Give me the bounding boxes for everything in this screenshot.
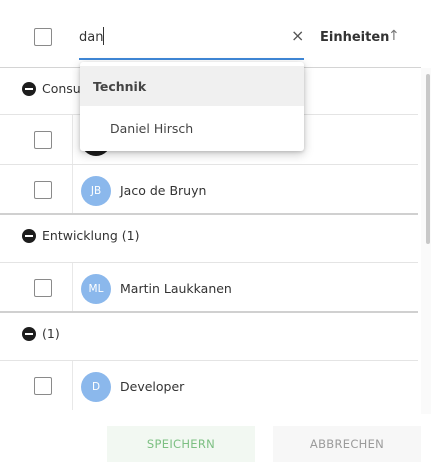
- collapse-group-icon[interactable]: [22, 229, 36, 243]
- text-cursor: [103, 27, 104, 45]
- table-row[interactable]: D Developer: [0, 360, 418, 410]
- row-checkbox[interactable]: [34, 279, 52, 297]
- row-checkbox[interactable]: [34, 131, 52, 149]
- avatar: D: [81, 372, 111, 402]
- scrollbar-thumb[interactable]: [426, 74, 430, 244]
- grid-header: × Einheiten ↑: [0, 0, 421, 68]
- select-all-checkbox[interactable]: [34, 28, 52, 46]
- group-header-entwicklung[interactable]: Entwicklung (1): [0, 215, 418, 260]
- save-button[interactable]: SPEICHERN: [107, 426, 255, 462]
- dropdown-option[interactable]: Daniel Hirsch: [80, 110, 304, 148]
- table-row[interactable]: ML Martin Laukkanen: [0, 262, 418, 312]
- dropdown-group-label: Technik: [93, 79, 147, 94]
- dialog-footer: SPEICHERN ABBRECHEN: [0, 414, 431, 462]
- search-field[interactable]: [79, 20, 304, 60]
- user-name: Developer: [120, 379, 185, 394]
- cancel-button[interactable]: ABBRECHEN: [273, 426, 421, 462]
- user-name: Martin Laukkanen: [120, 281, 232, 296]
- sort-ascending-icon[interactable]: ↑: [388, 28, 400, 44]
- table-row[interactable]: JB Jaco de Bruyn: [0, 164, 418, 214]
- dropdown-group-header: Technik: [80, 66, 304, 106]
- group-label: Entwicklung (1): [42, 228, 140, 243]
- sort-column-header[interactable]: Einheiten: [320, 30, 389, 45]
- avatar: JB: [81, 176, 111, 206]
- group-label: Consu: [42, 81, 81, 96]
- collapse-group-icon[interactable]: [22, 82, 36, 96]
- cell-divider: [72, 115, 73, 164]
- autocomplete-dropdown: Technik Daniel Hirsch: [80, 62, 304, 151]
- user-name: Jaco de Bruyn: [120, 183, 207, 198]
- dropdown-option-label: Daniel Hirsch: [110, 121, 194, 136]
- search-input[interactable]: [79, 24, 269, 50]
- row-checkbox[interactable]: [34, 377, 52, 395]
- group-label: (1): [42, 326, 60, 341]
- cell-divider: [72, 165, 73, 214]
- collapse-group-icon[interactable]: [22, 327, 36, 341]
- group-header-unnamed[interactable]: (1): [0, 313, 418, 358]
- avatar: ML: [81, 274, 111, 304]
- cell-divider: [72, 263, 73, 312]
- row-checkbox[interactable]: [34, 181, 52, 199]
- cell-divider: [72, 361, 73, 410]
- clear-icon[interactable]: ×: [291, 28, 304, 44]
